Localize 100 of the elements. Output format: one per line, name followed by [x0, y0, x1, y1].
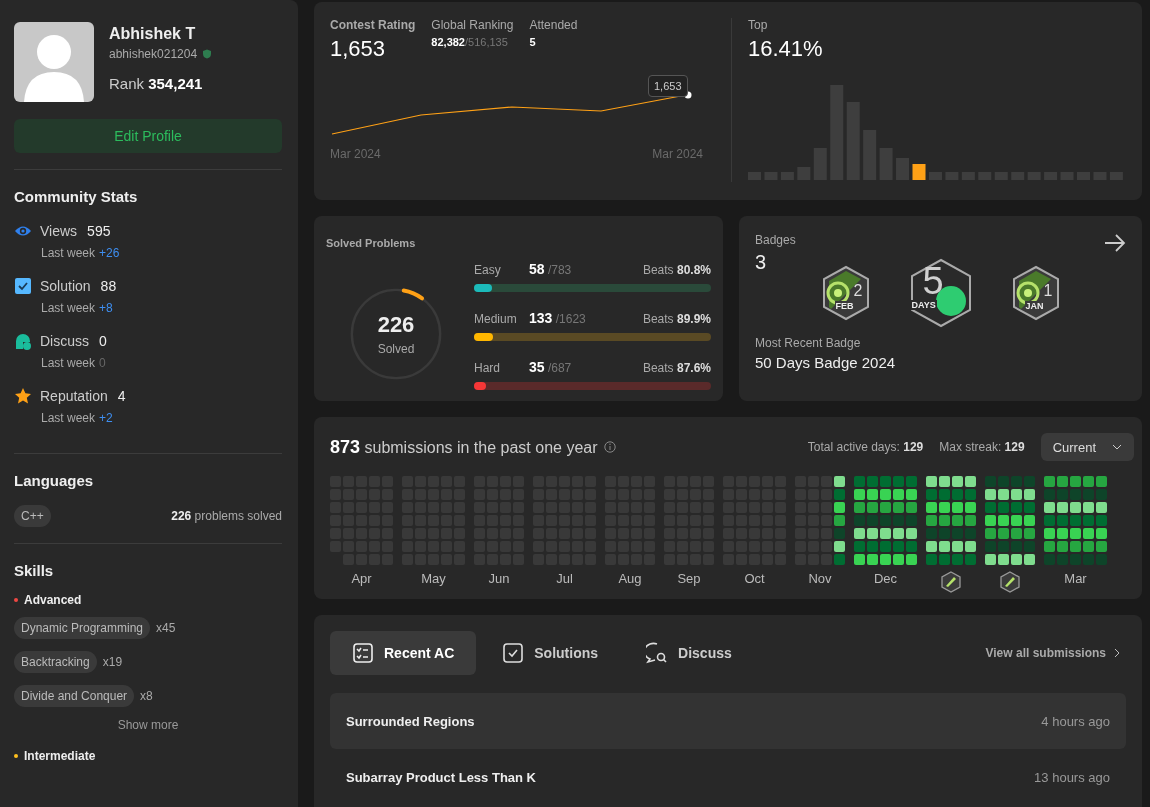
- weekly-change: +8: [99, 301, 113, 315]
- badge-icon[interactable]: [1000, 571, 1020, 593]
- stat-label: Solution: [40, 278, 91, 294]
- skill-level: Advanced: [24, 593, 82, 607]
- arrow-right-icon[interactable]: [1104, 233, 1126, 253]
- checkbox-icon: [502, 642, 525, 664]
- submission-time: 4 hours ago: [1041, 713, 1110, 729]
- skill-tag[interactable]: Backtracking: [14, 651, 97, 673]
- month-label: Mar: [1064, 571, 1087, 588]
- stat-value: 4: [117, 388, 126, 404]
- last-week-label: Last week: [41, 301, 96, 315]
- badge-icon[interactable]: 2 FEB: [820, 265, 871, 321]
- user-name: Abhishek T: [109, 25, 197, 43]
- badge-count: 3: [755, 251, 768, 274]
- problem-title: Surrounded Regions: [346, 713, 475, 729]
- recent-badge-label: Most Recent Badge: [755, 336, 862, 350]
- section-heading: Community Stats: [14, 188, 139, 205]
- month-label: Jun: [488, 571, 510, 588]
- stat-label: Contest Rating: [330, 18, 416, 32]
- rank-text: Rank 354,241: [109, 75, 204, 92]
- problem-title: Subarray Product Less Than K: [346, 769, 536, 785]
- section-heading: Skills: [14, 562, 55, 579]
- skill-count: x19: [102, 655, 123, 669]
- skill-count: x45: [156, 621, 176, 635]
- stat-label: Views: [40, 223, 78, 239]
- difficulty-label: Hard: [474, 361, 501, 375]
- skill-tag[interactable]: Divide and Conquer: [14, 685, 135, 707]
- contest-rating: 1,653: [330, 36, 387, 62]
- stat-label: Reputation: [40, 388, 108, 404]
- tab[interactable]: Recent AC: [330, 631, 477, 675]
- chevron-down-icon: [1112, 444, 1122, 450]
- badge-icon[interactable]: [941, 571, 961, 593]
- month-label: May: [421, 571, 446, 588]
- beats-percentage: Beats 87.6%: [642, 361, 711, 375]
- chat-icon: [646, 642, 669, 664]
- username: abhishek021204: [109, 47, 198, 61]
- recent-badge-name: 50 Days Badge 2024: [755, 354, 897, 371]
- weekly-change: 0: [99, 356, 106, 370]
- submission-row[interactable]: Surrounded Regions 4 hours ago: [330, 693, 1126, 749]
- attended-count: 5: [529, 36, 537, 48]
- top-percentage: 16.41%: [748, 36, 824, 62]
- last-week-label: Last week: [41, 356, 96, 370]
- beats-percentage: Beats 80.8%: [642, 263, 711, 277]
- problems-solved-count: 226 problems solved: [171, 509, 282, 523]
- beats-percentage: Beats 89.9%: [642, 312, 711, 326]
- axis-label: Mar 2024: [652, 147, 703, 161]
- card-title: Badges: [755, 233, 796, 247]
- difficulty-label: Easy: [474, 263, 502, 277]
- difficulty-count: 58 /783: [529, 261, 573, 277]
- histogram-bar: [912, 164, 926, 180]
- show-more-link[interactable]: Show more: [111, 717, 185, 733]
- weekly-change: +2: [99, 411, 113, 425]
- chat-icon: [14, 332, 32, 350]
- submissions-summary: 873 submissions in the past one year: [330, 436, 598, 458]
- stat-label: Top: [748, 18, 769, 32]
- active-days: Total active days: 129: [807, 440, 924, 454]
- stat-label: Discuss: [40, 333, 89, 349]
- month-label: Jul: [556, 571, 573, 588]
- max-streak: Max streak: 129: [939, 440, 1025, 454]
- card-title: Solved Problems: [326, 237, 416, 249]
- checklist-icon: [352, 642, 374, 664]
- stat-value: 0: [99, 333, 107, 349]
- tab[interactable]: Solutions: [480, 631, 621, 675]
- solved-total: 226: [377, 311, 415, 338]
- last-week-label: Last week: [41, 246, 96, 260]
- badge-icon[interactable]: 1 JAN: [1010, 265, 1061, 321]
- view-all-link[interactable]: View all submissions: [979, 645, 1126, 661]
- difficulty-count: 133 /1623: [529, 310, 587, 326]
- star-icon: [14, 387, 32, 405]
- axis-label: Mar 2024: [330, 147, 381, 161]
- stat-value: 88: [100, 278, 117, 294]
- global-ranking: 82,382/516,135: [431, 36, 509, 48]
- stat-value: 595: [87, 223, 111, 239]
- checkbox-icon: [14, 277, 32, 295]
- info-icon[interactable]: [603, 441, 616, 453]
- period-dropdown[interactable]: Current: [1040, 433, 1134, 461]
- difficulty-label: Medium: [474, 312, 518, 326]
- badge-icon[interactable]: 5 DAYS: [908, 258, 973, 328]
- month-label: Aug: [618, 571, 642, 588]
- last-week-label: Last week: [41, 411, 96, 425]
- month-label: Nov: [808, 571, 832, 588]
- month-label: Sep: [677, 571, 701, 588]
- avatar-icon: [14, 22, 94, 102]
- rating-tooltip: 1,653: [648, 75, 688, 97]
- tab[interactable]: Discuss: [624, 631, 754, 675]
- edit-profile-button[interactable]: Edit Profile: [14, 119, 282, 153]
- section-heading: Languages: [14, 472, 95, 489]
- month-label: Oct: [744, 571, 765, 588]
- submission-row[interactable]: Subarray Product Less Than K 13 hours ago: [330, 749, 1126, 805]
- solved-label: Solved: [377, 341, 415, 356]
- weekly-change: +26: [99, 246, 120, 260]
- month-label: Dec: [873, 571, 898, 588]
- submission-time: 13 hours ago: [1034, 769, 1110, 785]
- skill-tag[interactable]: Dynamic Programming: [14, 617, 151, 639]
- skill-level: Intermediate: [24, 749, 96, 763]
- shield-icon: [202, 49, 213, 59]
- month-label: Apr: [351, 571, 372, 588]
- chevron-right-icon: [1114, 648, 1120, 658]
- difficulty-count: 35 /687: [529, 359, 573, 375]
- language-tag[interactable]: C++: [14, 505, 51, 527]
